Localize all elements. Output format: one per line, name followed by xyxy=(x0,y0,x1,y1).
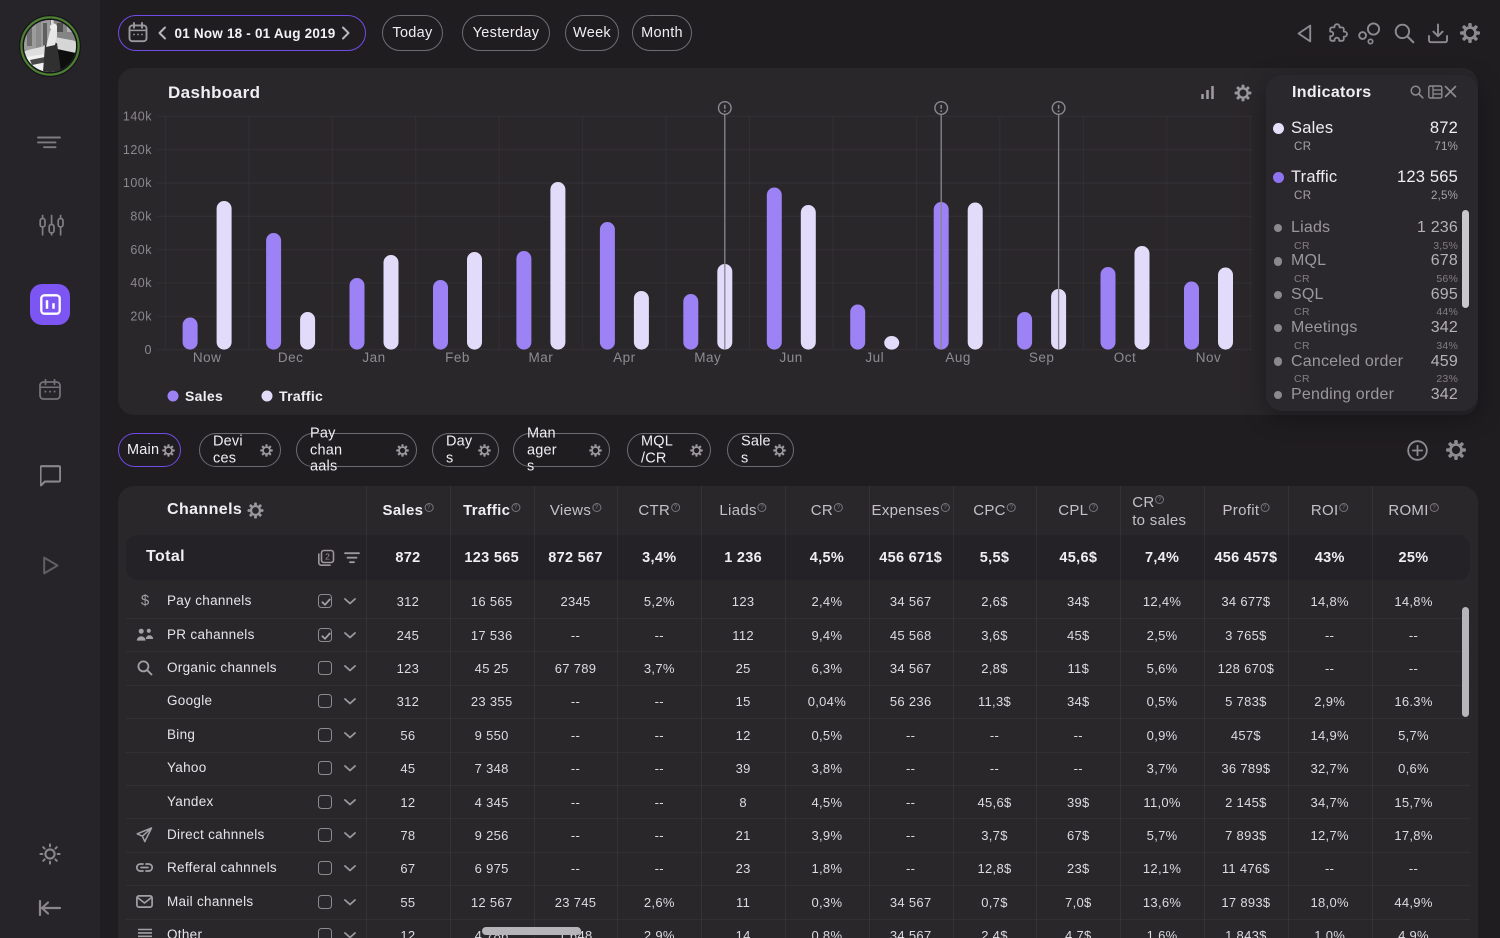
svg-text:Dec: Dec xyxy=(278,350,304,365)
svg-text:0: 0 xyxy=(145,343,152,357)
svg-text:2: 2 xyxy=(325,552,330,562)
svg-text:20k: 20k xyxy=(130,310,152,324)
svg-text:140k: 140k xyxy=(123,110,152,124)
svg-text:Sales: Sales xyxy=(185,388,223,404)
svg-text:80k: 80k xyxy=(130,210,152,224)
svg-text:Feb: Feb xyxy=(445,350,470,365)
svg-text:Jul: Jul xyxy=(865,350,884,365)
svg-text:Aug: Aug xyxy=(945,350,971,365)
svg-text:60k: 60k xyxy=(130,243,152,257)
svg-text:40k: 40k xyxy=(130,276,152,290)
svg-text:Mar: Mar xyxy=(529,350,554,365)
svg-text:May: May xyxy=(694,350,721,365)
svg-text:Apr: Apr xyxy=(613,350,636,365)
svg-text:Jan: Jan xyxy=(362,350,385,365)
svg-text:Nov: Nov xyxy=(1196,350,1222,365)
svg-text:Oct: Oct xyxy=(1114,350,1137,365)
svg-text:Traffic: Traffic xyxy=(279,388,323,404)
svg-text:Sep: Sep xyxy=(1029,350,1055,365)
svg-text:Now: Now xyxy=(193,350,222,365)
svg-text:120k: 120k xyxy=(123,143,152,157)
svg-text:Jun: Jun xyxy=(780,350,803,365)
svg-text:100k: 100k xyxy=(123,176,152,190)
